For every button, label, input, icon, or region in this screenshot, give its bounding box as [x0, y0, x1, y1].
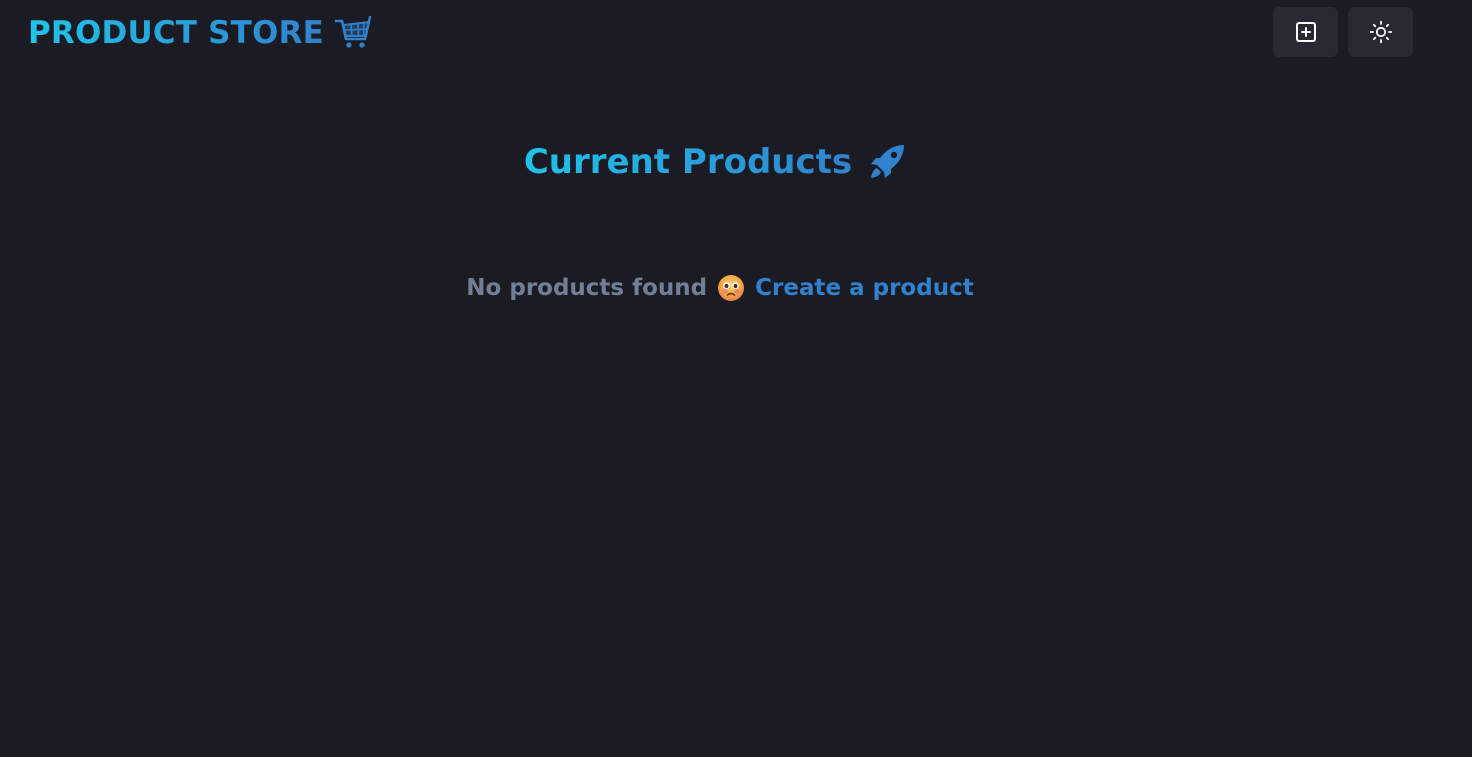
navbar: PRODUCT STORE [0, 0, 1472, 66]
rocket-icon [866, 141, 908, 183]
brand-title: PRODUCT STORE [28, 12, 324, 54]
page-title: Current Products [0, 138, 1432, 186]
plus-square-icon [1294, 20, 1318, 44]
create-product-link[interactable]: Create a product [755, 268, 974, 308]
toggle-theme-button[interactable] [1348, 7, 1413, 57]
sun-icon [1369, 20, 1393, 44]
add-product-button[interactable] [1273, 7, 1338, 57]
page-title-text: Current Products [524, 138, 852, 186]
brand-link[interactable]: PRODUCT STORE [28, 12, 372, 54]
shopping-cart-icon [334, 14, 372, 52]
empty-message: No products found [466, 275, 708, 301]
sad-face-emoji [717, 274, 745, 302]
empty-state: No products found Create a product [0, 268, 1440, 308]
